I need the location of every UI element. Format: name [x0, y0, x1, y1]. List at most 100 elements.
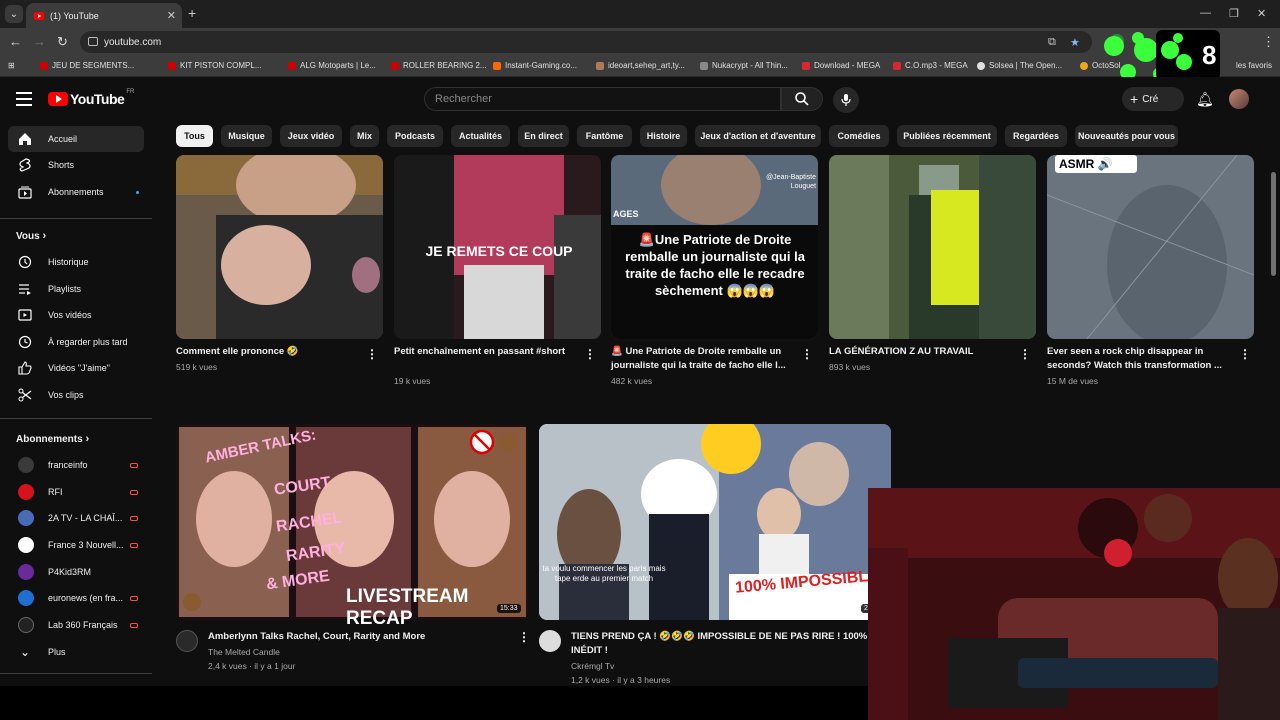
short-thumbnail[interactable]: [1047, 155, 1254, 339]
forward-icon[interactable]: →: [33, 34, 46, 49]
tab-search-icon[interactable]: ⌄: [5, 5, 23, 23]
page-scrollbar[interactable]: [1271, 172, 1276, 276]
video-card-2[interactable]: ta voulu commencer les paris mais tape e…: [539, 424, 891, 685]
address-bar[interactable]: youtube.com ⧉ ★: [80, 31, 1092, 53]
video-channel[interactable]: Ckrémgl Tv: [571, 660, 614, 673]
video-thumbnail[interactable]: [539, 424, 891, 620]
chip-jeux-video[interactable]: Jeux vidéo: [280, 125, 342, 147]
more-options-icon[interactable]: ⋮: [1239, 347, 1251, 361]
menu-icon[interactable]: [16, 92, 32, 106]
browser-menu-icon[interactable]: ⋮: [1262, 34, 1275, 50]
short-thumbnail[interactable]: [176, 155, 383, 339]
bookmark-3[interactable]: ALG Motoparts | Le...: [288, 61, 376, 70]
chip-mix[interactable]: Mix: [350, 125, 379, 147]
maximize-icon[interactable]: ❐: [1229, 7, 1239, 20]
sidebar-item-vos-videos[interactable]: Vos vidéos: [8, 302, 144, 328]
you-section-heading[interactable]: Vous ›: [16, 230, 46, 242]
sidebar-item-playlists[interactable]: Playlists: [8, 276, 144, 302]
chip-fantome[interactable]: Fantôme: [577, 125, 632, 147]
sub-euronews[interactable]: euronews (en fra...: [8, 585, 144, 611]
sub-lab360[interactable]: Lab 360 Français: [8, 612, 144, 638]
channel-avatar[interactable]: [176, 630, 198, 652]
sidebar-item-shorts[interactable]: Shorts: [8, 152, 144, 178]
chip-en-direct[interactable]: En direct: [518, 125, 569, 147]
sidebar-item-historique[interactable]: Historique: [8, 249, 144, 275]
sidebar-item-accueil[interactable]: Accueil: [8, 126, 144, 152]
category-chips: Tous Musique Jeux vidéo Mix Podcasts Act…: [168, 122, 1280, 152]
browser-tab[interactable]: (1) YouTube ✕: [26, 3, 182, 28]
chip-comedies[interactable]: Comédies: [829, 125, 889, 147]
reload-icon[interactable]: ↻: [57, 34, 68, 50]
bookmark-4[interactable]: ROLLER BEARING 2...: [391, 61, 487, 70]
sub-france3[interactable]: France 3 Nouvell...: [8, 532, 144, 558]
bottom-edge: [0, 686, 868, 720]
chip-tous[interactable]: Tous: [176, 125, 213, 147]
chip-jeux-action[interactable]: Jeux d'action et d'aventure: [695, 125, 821, 147]
channel-avatar[interactable]: [539, 630, 561, 652]
search-button[interactable]: [781, 87, 823, 111]
new-tab-icon[interactable]: +: [188, 5, 196, 21]
all-bookmarks[interactable]: les favoris: [1236, 61, 1272, 70]
subscriptions-heading[interactable]: Abonnements ›: [16, 433, 89, 445]
bookmark-2[interactable]: KIT PISTON COMPL...: [168, 61, 262, 70]
search-input[interactable]: Rechercher: [424, 87, 781, 111]
chip-regardees[interactable]: Regardées: [1005, 125, 1067, 147]
bookmark-7[interactable]: Nukacrypt - All Thin...: [700, 61, 788, 70]
chip-histoire[interactable]: Histoire: [640, 125, 687, 147]
short-card-5[interactable]: ASMR 🔊 Ever seen a rock chip disappear i…: [1047, 155, 1254, 386]
bookmark-8[interactable]: Download - MEGA: [802, 61, 880, 70]
bookmark-9[interactable]: C.O.mp3 - MEGA: [893, 61, 968, 70]
chip-nouveautes[interactable]: Nouveautés pour vous: [1075, 125, 1178, 147]
sidebar-item-clips[interactable]: Vos clips: [8, 382, 144, 408]
site-info-icon[interactable]: [88, 37, 98, 46]
bookmark-10[interactable]: Solsea | The Open...: [977, 61, 1062, 70]
close-window-icon[interactable]: ✕: [1257, 7, 1266, 20]
create-button[interactable]: + Cré: [1122, 87, 1184, 111]
sidebar-item-abonnements[interactable]: Abonnements: [8, 179, 144, 205]
short-thumbnail[interactable]: [829, 155, 1036, 339]
bookmark-1[interactable]: JEU DE SEGMENTS...: [40, 61, 134, 70]
video-title[interactable]: TIENS PREND ÇA ! 🤣🤣🤣 IMPOSSIBLE DE NE PA…: [571, 630, 871, 658]
back-icon[interactable]: ←: [9, 34, 22, 49]
short-card-1[interactable]: Comment elle prononce 🤣 519 k vues ⋮: [176, 155, 383, 385]
minimize-icon[interactable]: —: [1200, 7, 1211, 19]
more-options-icon[interactable]: ⋮: [584, 347, 596, 361]
sidebar-more[interactable]: ⌄ Plus: [8, 639, 144, 665]
short-card-3[interactable]: AGES @Jean-Baptiste Louguet 🚨Une Patriot…: [611, 155, 818, 386]
notifications-bell-icon[interactable]: 🔔︎: [1196, 91, 1214, 108]
sub-p4kid3rm[interactable]: P4Kid3RM: [8, 559, 144, 585]
bookmark-5[interactable]: Instant-Gaming.co...: [493, 61, 577, 70]
video-channel[interactable]: The Melted Candle: [208, 646, 280, 659]
chip-actualites[interactable]: Actualités: [451, 125, 510, 147]
chip-publiees-recemment[interactable]: Publiées récemment: [897, 125, 997, 147]
bookmark-star-icon[interactable]: ★: [1070, 36, 1080, 49]
video-card-1[interactable]: AMBER TALKS: COURT RACHEL RARITY & MORE …: [176, 424, 530, 684]
bookmark-6[interactable]: ideoart,sehep_art,ty...: [596, 61, 685, 70]
short-title[interactable]: Comment elle prononce 🤣: [176, 345, 356, 359]
sub-franceinfo[interactable]: franceinfo: [8, 452, 144, 478]
youtube-logo[interactable]: YouTube FR: [48, 89, 134, 107]
more-options-icon[interactable]: ⋮: [366, 347, 378, 361]
account-avatar[interactable]: [1229, 89, 1249, 109]
sub-2atv[interactable]: 2A TV - LA CHAÎ...: [8, 505, 144, 531]
short-title[interactable]: 🚨 Une Patriote de Droite remballe un jou…: [611, 345, 791, 373]
video-title[interactable]: Amberlynn Talks Rachel, Court, Rarity an…: [208, 630, 508, 644]
more-options-icon[interactable]: ⋮: [801, 347, 813, 361]
short-card-2[interactable]: JE REMETS CE COUP Petit enchaînement en …: [394, 155, 601, 386]
chip-podcasts[interactable]: Podcasts: [387, 125, 443, 147]
more-options-icon[interactable]: ⋮: [518, 630, 530, 644]
short-title[interactable]: LA GÉNÉRATION Z AU TRAVAIL: [829, 345, 1009, 359]
liked-icon: [18, 361, 32, 375]
more-options-icon[interactable]: ⋮: [1019, 347, 1031, 361]
sidebar-item-liked[interactable]: Vidéos "J'aime": [8, 355, 144, 381]
sidebar-item-watch-later[interactable]: À regarder plus tard: [8, 329, 144, 355]
chip-musique[interactable]: Musique: [221, 125, 272, 147]
short-title[interactable]: Ever seen a rock chip disappear in secon…: [1047, 345, 1232, 373]
apps-icon[interactable]: ⊞: [8, 61, 15, 70]
sub-rfi[interactable]: RFI: [8, 479, 144, 505]
short-title[interactable]: Petit enchaînement en passant #short: [394, 345, 574, 359]
tab-close-icon[interactable]: ✕: [167, 9, 176, 22]
voice-search-button[interactable]: [833, 87, 859, 113]
short-card-4[interactable]: LA GÉNÉRATION Z AU TRAVAIL 893 k vues ⋮: [829, 155, 1036, 385]
install-icon[interactable]: ⧉: [1048, 36, 1056, 49]
